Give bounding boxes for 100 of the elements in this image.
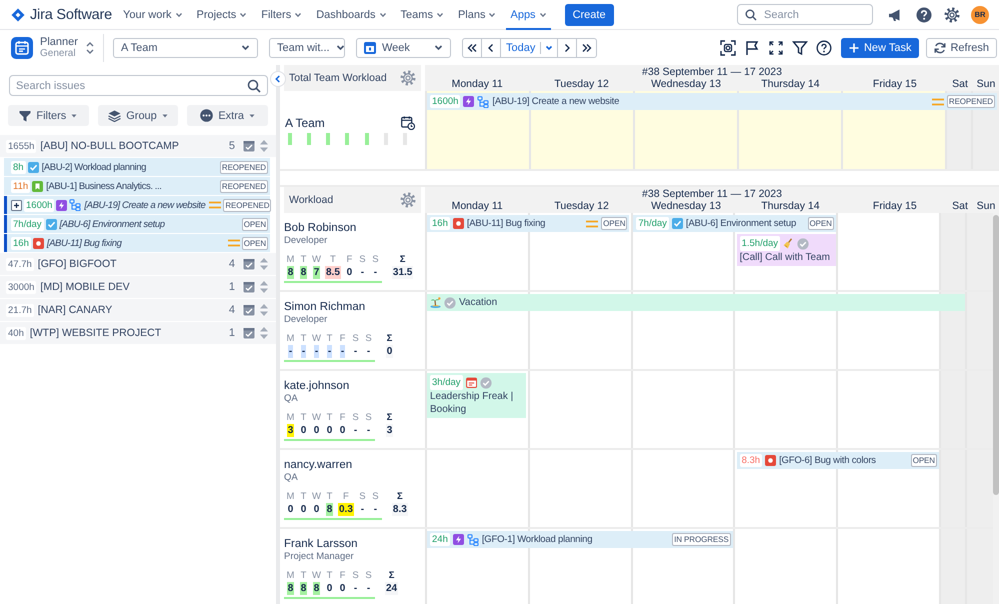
period-select[interactable]: Week	[356, 38, 451, 58]
calendar-check-icon[interactable]	[243, 281, 255, 293]
app-title: Planner	[40, 36, 78, 48]
bookmark-icon	[32, 180, 44, 192]
day-hours: -	[366, 345, 372, 358]
event-card[interactable]: 3h/day Leadership Freak | Booking	[427, 373, 526, 418]
search-icon	[745, 8, 757, 20]
hours-badge: 47.7h	[6, 258, 34, 270]
day-hours: 0	[338, 582, 346, 595]
calendar-check-icon[interactable]	[243, 258, 255, 270]
total-hours: 8.3	[392, 503, 408, 516]
calendar-check-icon[interactable]	[243, 304, 255, 316]
project-name: [MD] MOBILE DEV	[40, 281, 130, 293]
nav-menu-item[interactable]: Dashboards	[312, 0, 391, 30]
day-hours: 8.5	[325, 266, 341, 279]
project-row[interactable]: 47.7h [GFO] BIGFOOT 4	[0, 253, 276, 276]
nav-menu-item[interactable]: Teams	[396, 0, 448, 30]
day-hours: -	[372, 503, 378, 516]
search-field[interactable]: Search	[737, 4, 873, 25]
team-select[interactable]: A Team	[113, 38, 258, 58]
dropdown-button[interactable]: Filters	[8, 105, 89, 126]
total-label: Σ	[386, 333, 392, 345]
project-name: [GFO] BIGFOOT	[38, 258, 117, 270]
project-row[interactable]: 3000h [MD] MOBILE DEV 1	[0, 276, 276, 299]
task-bar[interactable]: 16h [ABU-11] Bug fixing OPEN	[427, 215, 630, 232]
project-row[interactable]: 1655h [ABU] NO-BULL BOOTCAMP 5	[0, 135, 276, 158]
create-button[interactable]: Create	[564, 4, 614, 26]
chevron-down-icon	[241, 43, 250, 52]
double-chevron-left-icon	[467, 42, 477, 52]
day-letter: S	[365, 333, 372, 345]
nav-menu-item[interactable]: Projects	[192, 0, 252, 30]
day-hours: 3	[286, 424, 294, 437]
expand-icon[interactable]	[768, 40, 784, 56]
day-heading: Friday 15	[872, 200, 918, 212]
dropdown-button[interactable]: Group	[98, 105, 178, 126]
calendar-clock-icon[interactable]	[401, 116, 415, 130]
day-hours: 8	[326, 503, 334, 516]
day-hours: 0	[300, 503, 308, 516]
nav-menu-item[interactable]: Plans	[454, 0, 500, 30]
person-role: QA	[284, 472, 299, 483]
help-icon[interactable]	[816, 40, 832, 56]
day-letter: S	[359, 254, 366, 266]
day-letter: S	[372, 254, 379, 266]
issue-row[interactable]: 11h [ABU-1] Business Analytics. ... REOPENED	[4, 177, 270, 195]
collapse-button[interactable]	[270, 71, 286, 87]
expand-box-icon[interactable]	[11, 200, 22, 210]
chevron-up-down-icon[interactable]	[84, 40, 95, 54]
total-hours: 0	[386, 345, 394, 358]
day-letter: T	[326, 333, 332, 345]
status-badge: REOPENED	[223, 198, 272, 212]
day-hours: -	[366, 424, 372, 437]
issue-row[interactable]: 1600h [ABU-19] Create a new website REOPENED	[4, 196, 270, 214]
event-title: Leadership Freak | Booking	[430, 391, 514, 416]
nav-menu-item[interactable]: Apps	[506, 0, 551, 30]
double-chevron-right-icon	[582, 42, 592, 52]
issue-row[interactable]: 16h [ABU-11] Bug fixing OPEN	[4, 234, 270, 252]
project-row[interactable]: 40h [WTP] WEBSITE PROJECT 1	[0, 322, 276, 345]
refresh-button[interactable]: Refresh	[926, 38, 997, 58]
search-field[interactable]: Search issues	[9, 75, 268, 96]
day-hours: -	[352, 582, 358, 595]
project-row[interactable]: 21.7h [NAR] CANARY 4	[0, 299, 276, 322]
day-letter: W	[312, 570, 321, 582]
status-badge: OPEN	[601, 217, 628, 230]
day-heading: Wednesday 13	[650, 200, 722, 212]
calendar-check-icon[interactable]	[243, 327, 255, 339]
project-name: [ABU] NO-BULL BOOTCAMP	[40, 140, 179, 152]
task-bar[interactable]: 1600h [ABU-19] Create a new website REOPENED	[427, 93, 997, 110]
section-title: Total Team Workload	[289, 72, 387, 84]
search-icon[interactable]	[247, 78, 261, 92]
day-letter: F	[340, 333, 346, 345]
settings-icon[interactable]	[943, 6, 961, 24]
nav-menu-item[interactable]: Filters	[257, 0, 306, 30]
task-bar[interactable]: 24h [GFO-1] Workload planning IN PROGRESS	[427, 531, 733, 548]
flag-icon[interactable]	[744, 40, 760, 56]
view-select[interactable]: Team wit...	[269, 38, 345, 58]
day-hours: 8	[286, 266, 294, 279]
task-bar[interactable]: 7h/day [ABU-6] Environment setup OPEN	[633, 215, 836, 232]
day-hours: -	[340, 345, 346, 358]
day-letter: S	[352, 570, 359, 582]
help-icon[interactable]	[915, 6, 933, 24]
day-hours: 8	[300, 582, 308, 595]
new-task-button[interactable]: New Task	[840, 38, 920, 58]
event-card[interactable]: Vacation	[427, 294, 965, 312]
scrollbar[interactable]	[993, 215, 999, 495]
caret-down-icon	[378, 10, 387, 18]
hours-badge: 7h/day	[636, 217, 669, 230]
issue-row[interactable]: 7h/day [ABU-6] Environment setup OPEN	[4, 215, 270, 233]
task-bar[interactable]: 8.3h [GFO-6] Bug with colors OPEN	[736, 452, 939, 469]
task-title: [ABU-11] Bug fixing	[466, 218, 546, 229]
check-icon	[672, 218, 683, 229]
day-letter: S	[365, 412, 372, 424]
team-name: A Team	[285, 116, 325, 130]
dropdown-button[interactable]: Extra	[187, 105, 268, 126]
calendar-check-icon[interactable]	[243, 140, 255, 152]
person-role: Project Manager	[284, 551, 355, 562]
event-card[interactable]: 1.5h/day [Call] Call with Team	[736, 234, 836, 266]
focus-icon[interactable]	[720, 40, 736, 56]
nav-menu-item[interactable]: Your work	[119, 0, 187, 30]
filter-icon[interactable]	[792, 40, 808, 56]
issue-row[interactable]: 8h [ABU-2] Workload planning REOPENED	[4, 158, 270, 176]
